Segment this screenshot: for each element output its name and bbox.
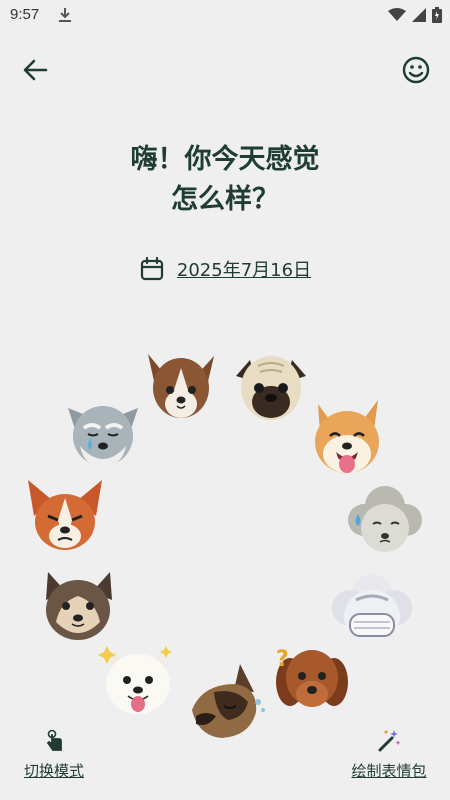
status-bar: 9:57 [0,0,450,32]
switch-mode-button[interactable]: 切换模式 [18,728,90,781]
draw-emoji-button[interactable]: 绘制表情包 [346,728,432,781]
arrow-left-icon [23,59,48,81]
dog-samoyed-happy-icon[interactable] [98,638,178,718]
magic-wand-icon [378,730,401,752]
dog-poodle-sweating-icon[interactable] [346,484,424,558]
dog-shiba-laughing-icon[interactable] [306,396,388,478]
question-line-1: 嗨！你今天感觉 [130,144,320,175]
dog-husky-icon[interactable] [38,566,118,646]
svg-text:?: ? [276,647,289,672]
draw-emoji-label: 绘制表情包 [351,762,427,780]
dog-papillon-icon[interactable] [142,346,220,426]
status-time: 9:57 [10,6,40,23]
smiley-icon [402,56,430,84]
dog-corgi-annoyed-icon[interactable] [24,476,106,556]
calendar-icon [140,256,164,281]
switch-mode-label: 切换模式 [23,762,84,780]
signal-icon [412,8,426,22]
dog-schnauzer-crying-icon[interactable] [62,396,144,474]
mood-button[interactable] [400,54,432,86]
tap-hand-icon [46,729,62,751]
dog-retriever-confused-icon[interactable]: ? [270,636,354,716]
dog-pug-icon[interactable] [232,350,310,424]
mood-question: 嗨！你今天感觉 怎么样？ [0,140,450,220]
date-row[interactable]: 2025年7月16日 [0,256,450,282]
back-button[interactable] [18,54,54,86]
download-icon [58,7,72,27]
question-line-2: 怎么样？ [171,184,279,215]
system-icons [388,7,442,23]
date-text[interactable]: 2025年7月16日 [177,256,311,282]
dog-shepherd-sleeping-icon[interactable] [184,662,268,742]
wifi-icon [388,8,406,21]
battery-icon [432,7,442,23]
